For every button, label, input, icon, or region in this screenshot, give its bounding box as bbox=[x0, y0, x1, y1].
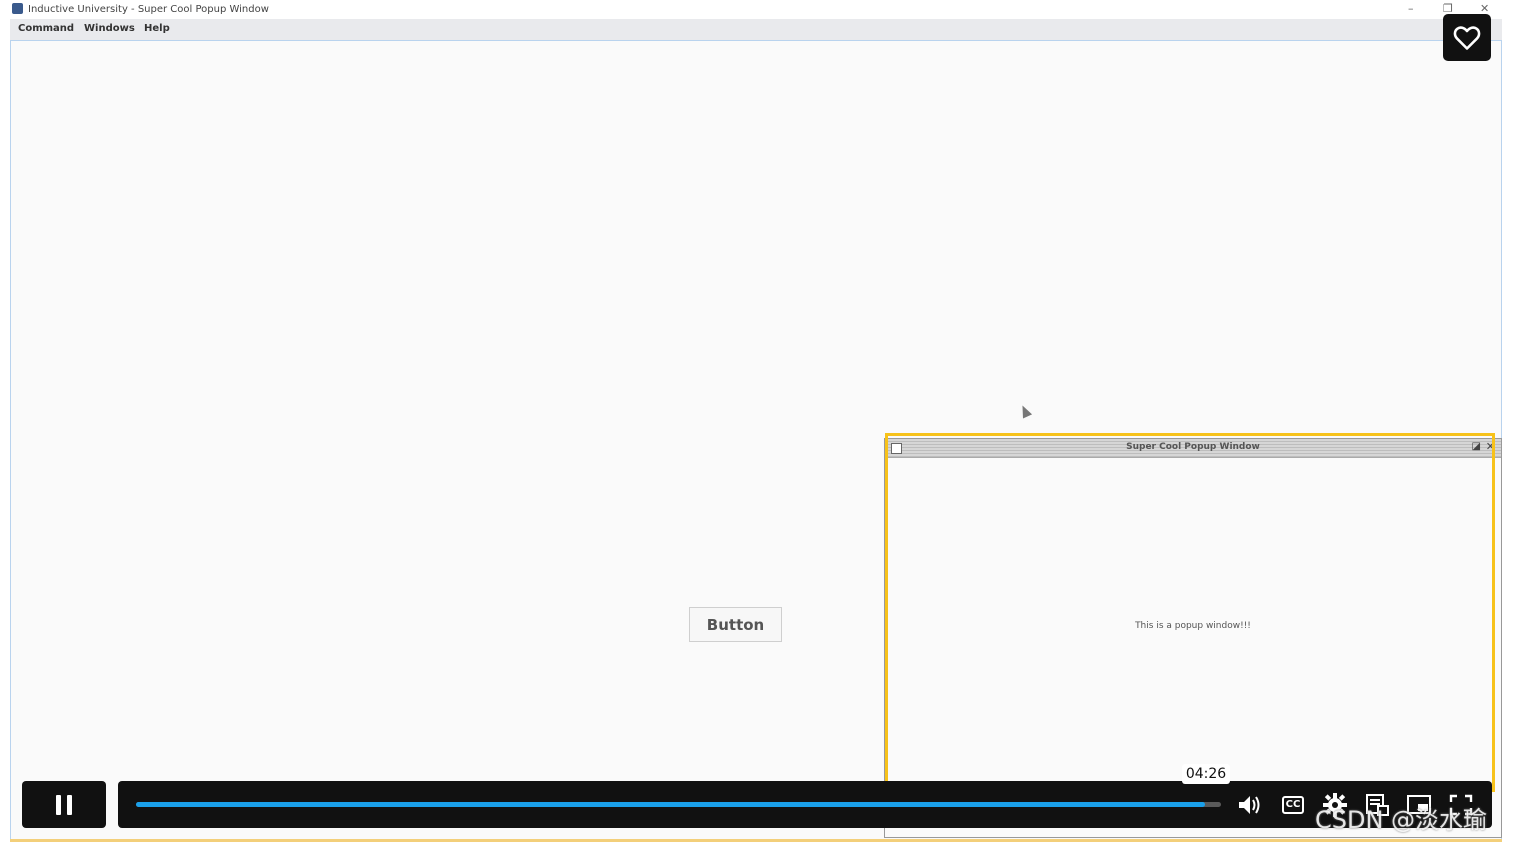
app-icon bbox=[12, 3, 23, 14]
volume-button[interactable] bbox=[1236, 792, 1264, 818]
window-title: Inductive University - Super Cool Popup … bbox=[28, 4, 269, 15]
bottom-highlight-strip bbox=[10, 839, 1502, 842]
menu-help[interactable]: Help bbox=[144, 23, 170, 34]
minimize-icon[interactable]: – bbox=[1408, 2, 1414, 15]
captions-icon: CC bbox=[1281, 796, 1305, 814]
menu-windows[interactable]: Windows bbox=[84, 23, 135, 34]
heart-icon bbox=[1453, 25, 1481, 50]
pause-button[interactable] bbox=[22, 781, 106, 828]
progress-fill bbox=[136, 802, 1205, 807]
favorite-button[interactable] bbox=[1443, 14, 1491, 61]
pause-icon bbox=[53, 794, 75, 815]
captions-button[interactable]: CC bbox=[1279, 792, 1307, 818]
open-popup-button[interactable]: Button bbox=[689, 607, 782, 642]
menu-command[interactable]: Command bbox=[18, 23, 74, 34]
volume-icon bbox=[1239, 796, 1260, 814]
window-titlebar: Inductive University - Super Cool Popup … bbox=[0, 0, 1520, 19]
highlight-frame bbox=[885, 433, 1495, 792]
progress-slider[interactable] bbox=[136, 802, 1221, 807]
time-tooltip: 04:26 bbox=[1182, 764, 1230, 784]
watermark-text: CSDN @淡水瑜 bbox=[1315, 806, 1488, 834]
menu-bar: Command Windows Help bbox=[10, 19, 1502, 41]
